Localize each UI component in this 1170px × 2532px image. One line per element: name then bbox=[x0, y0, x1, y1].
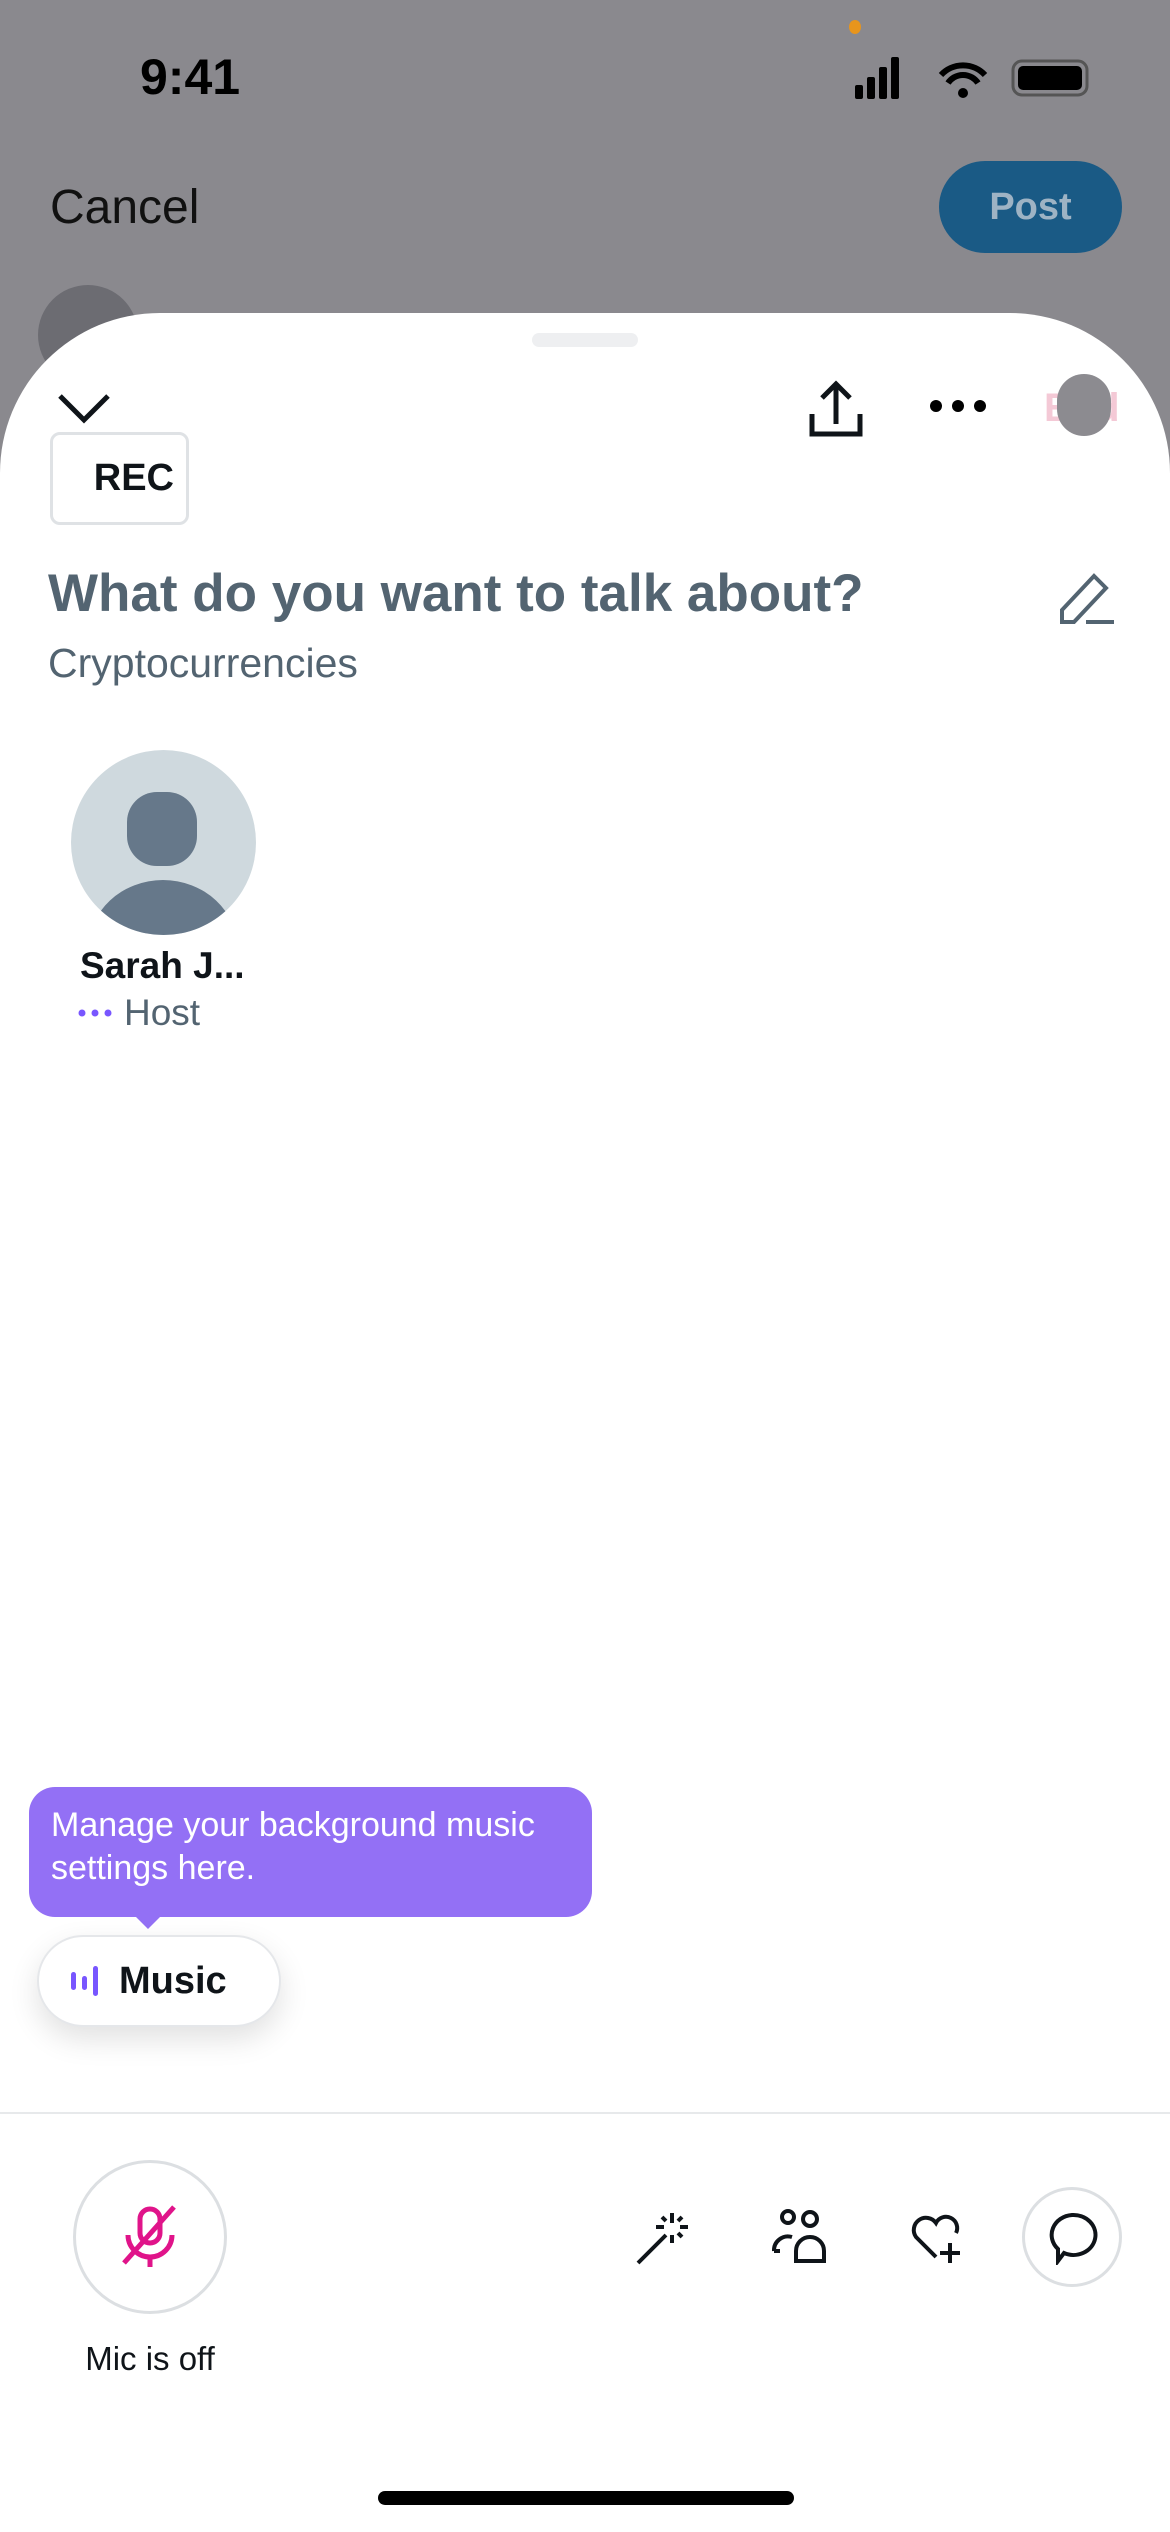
music-label: Music bbox=[119, 1959, 227, 2002]
share-icon[interactable] bbox=[806, 378, 866, 440]
mic-toggle-button[interactable] bbox=[73, 2160, 227, 2314]
status-time: 9:41 bbox=[140, 49, 241, 105]
user-avatar[interactable] bbox=[1057, 374, 1111, 436]
divider bbox=[0, 2112, 1170, 2114]
effects-button[interactable] bbox=[612, 2187, 712, 2287]
rec-badge: REC bbox=[50, 432, 189, 525]
chat-button[interactable] bbox=[1022, 2187, 1122, 2287]
participant-name: Sarah J... bbox=[80, 945, 245, 986]
chevron-down-icon[interactable] bbox=[56, 390, 112, 426]
magic-wand-icon bbox=[636, 2213, 688, 2265]
signal-icon bbox=[855, 57, 899, 99]
space-topic: Cryptocurrencies bbox=[48, 640, 358, 686]
role-label: Host bbox=[124, 992, 201, 1033]
chat-bubble-icon bbox=[1049, 2212, 1098, 2265]
people-icon bbox=[772, 2209, 826, 2263]
participant-role: Host bbox=[78, 992, 200, 1034]
music-button[interactable]: Music bbox=[37, 1935, 281, 2027]
edit-icon[interactable] bbox=[1056, 568, 1118, 630]
default-avatar-icon bbox=[89, 792, 237, 935]
privacy-indicator bbox=[849, 20, 861, 34]
music-bars-icon bbox=[71, 1966, 98, 1996]
more-icon[interactable] bbox=[928, 398, 988, 414]
wifi-icon bbox=[938, 62, 988, 85]
participants-button[interactable] bbox=[749, 2187, 849, 2287]
music-tooltip: Manage your background music settings he… bbox=[29, 1787, 592, 1917]
add-reaction-button[interactable] bbox=[886, 2187, 986, 2287]
heart-plus-icon bbox=[911, 2214, 960, 2263]
mic-off-icon bbox=[122, 2205, 176, 2267]
participant-avatar[interactable] bbox=[71, 750, 256, 935]
home-indicator[interactable] bbox=[378, 2491, 794, 2505]
battery-icon bbox=[1011, 59, 1089, 97]
sheet-drag-handle[interactable] bbox=[532, 333, 638, 347]
space-title: What do you want to talk about? bbox=[48, 564, 864, 623]
cancel-button[interactable]: Cancel bbox=[50, 180, 199, 235]
status-icons bbox=[855, 57, 1089, 99]
mic-status-label: Mic is off bbox=[85, 2340, 215, 2377]
speaking-dots-icon bbox=[78, 1009, 112, 1017]
post-button[interactable]: Post bbox=[939, 161, 1122, 253]
tooltip-arrow bbox=[134, 1915, 162, 1929]
